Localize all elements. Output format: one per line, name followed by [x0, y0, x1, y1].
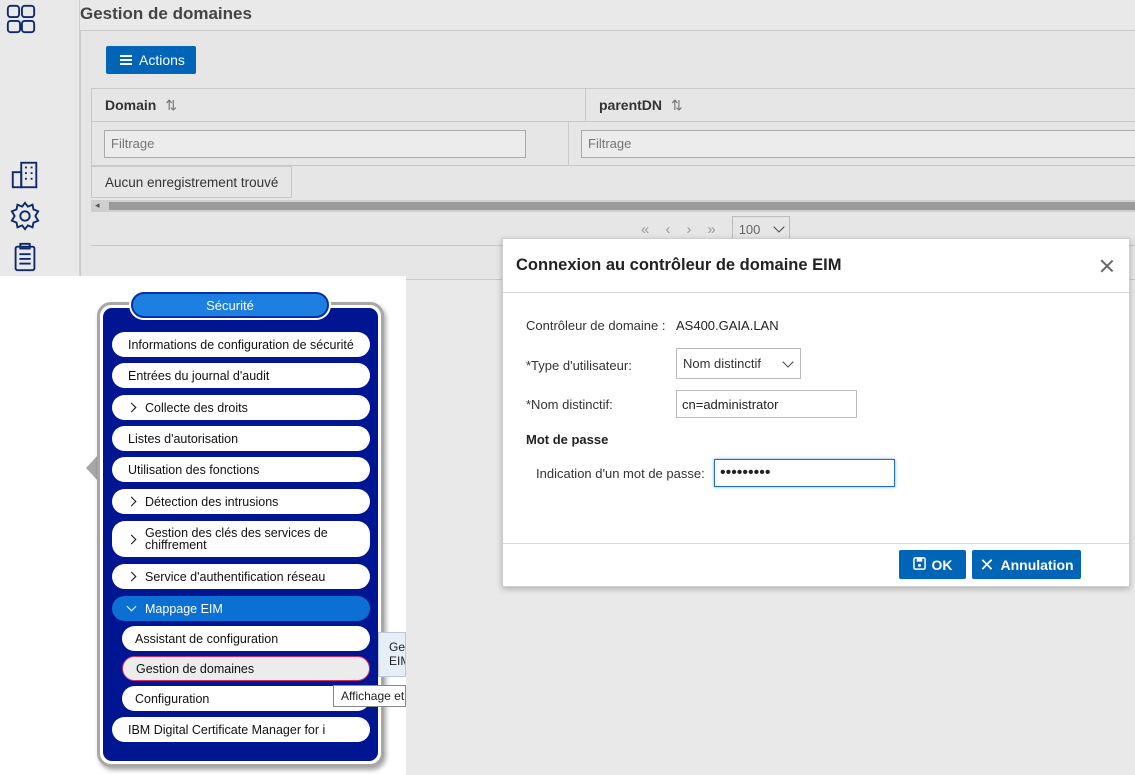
distinguished-name-input[interactable] [676, 390, 857, 418]
last-page-icon[interactable]: » [707, 221, 715, 238]
chevron-down-icon [782, 355, 794, 368]
chevron-right-icon [126, 534, 137, 544]
domain-controller-label: Contrôleur de domaine : [526, 318, 666, 333]
column-header-parentdn[interactable]: parentDN ⇅ [585, 89, 1135, 121]
ok-button[interactable]: OK [899, 550, 966, 579]
password-section-title: Mot de passe [526, 432, 609, 447]
password-input[interactable] [714, 459, 895, 487]
menu-item-crypto-keys[interactable]: Gestion des clés des services de chiffre… [112, 521, 370, 557]
gear-icon[interactable] [8, 199, 42, 233]
clipboard-icon[interactable] [8, 240, 42, 274]
domain-controller-value: AS400.GAIA.LAN [676, 318, 779, 333]
save-icon [912, 556, 926, 573]
password-label: Indication d'un mot de passe: [536, 466, 705, 481]
horizontal-scrollbar[interactable]: ◂ [91, 200, 1135, 212]
sort-icon[interactable]: ⇅ [165, 97, 177, 114]
chevron-down-icon [126, 601, 137, 612]
eim-connect-dialog: Connexion au contrôleur de domaine EIM C… [502, 238, 1130, 587]
chevron-right-icon [126, 496, 137, 507]
buildings-icon[interactable] [8, 158, 42, 192]
menu-icon [120, 55, 132, 65]
user-type-label: *Type d'utilisateur: [526, 358, 632, 373]
domain-filter-input[interactable] [104, 129, 526, 158]
grid-header: Domain ⇅ parentDN ⇅ [91, 88, 1135, 122]
domains-grid: Domain ⇅ parentDN ⇅ [91, 88, 1135, 166]
dialog-title: Connexion au contrôleur de domaine EIM [516, 256, 842, 274]
chevron-down-icon [773, 221, 785, 233]
scrollbar-thumb[interactable] [109, 202, 1135, 210]
distinguished-name-label: *Nom distinctif: [526, 397, 613, 412]
menu-item-audit-journal[interactable]: Entrées du journal d'audit [112, 363, 370, 388]
menu-item-digital-certificate-manager[interactable]: IBM Digital Certificate Manager for i [112, 717, 370, 742]
cancel-button[interactable]: ✕ Annulation [972, 550, 1081, 579]
menu-item-intrusion-detection[interactable]: Détection des intrusions [112, 489, 370, 514]
menu-item-network-auth[interactable]: Service d'authentification réseau [112, 564, 370, 589]
app-logo-icon[interactable] [4, 2, 38, 36]
menu-item-authority-collection[interactable]: Collecte des droits [112, 395, 370, 420]
menu-item-function-usage[interactable]: Utilisation des fonctions [112, 457, 370, 482]
chevron-right-icon [126, 571, 137, 582]
actions-button[interactable]: Actions [106, 46, 196, 74]
menu-item-eim-mapping[interactable]: Mappage EIM [112, 596, 370, 621]
submenu-tooltip: Ge EIM [378, 632, 406, 677]
first-page-icon[interactable]: « [641, 221, 649, 238]
chevron-right-icon [126, 402, 137, 413]
parentdn-filter-input[interactable] [581, 129, 1135, 158]
security-menu-title: Sécurité [131, 292, 329, 318]
menu-item-authorization-lists[interactable]: Listes d'autorisation [112, 426, 370, 451]
scroll-left-icon[interactable]: ◂ [95, 200, 100, 211]
close-icon[interactable] [1099, 258, 1115, 274]
menu-item-security-config[interactable]: Informations de configuration de sécurit… [112, 332, 370, 357]
dialog-header: Connexion au contrôleur de domaine EIM [503, 239, 1129, 293]
close-icon: ✕ [979, 554, 995, 575]
grid-filter-row [91, 122, 1135, 166]
sort-icon[interactable]: ⇅ [671, 97, 683, 114]
column-header-domain[interactable]: Domain ⇅ [91, 89, 585, 121]
submenu-item-config-wizard[interactable]: Assistant de configuration [122, 626, 370, 651]
user-type-select[interactable]: Nom distinctif [676, 348, 801, 379]
next-page-icon[interactable]: › [686, 221, 691, 238]
dialog-footer [503, 543, 1129, 544]
hover-tooltip: Affichage et [333, 685, 406, 707]
empty-message: Aucun enregistrement trouvé [91, 166, 293, 198]
prev-page-icon[interactable]: ‹ [665, 221, 670, 238]
submenu-item-domain-management[interactable]: Gestion de domaines [122, 656, 370, 681]
page-title: Gestion de domaines [80, 4, 252, 23]
